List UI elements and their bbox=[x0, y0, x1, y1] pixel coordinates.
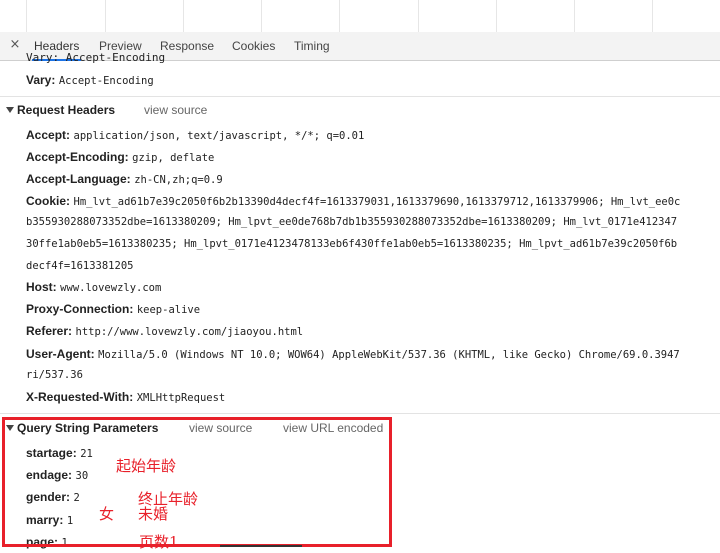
header-key: Host: bbox=[26, 280, 57, 294]
grid-column bbox=[418, 0, 419, 32]
header-value: application/json, text/javascript, */*; … bbox=[73, 130, 365, 142]
header-value: keep-alive bbox=[136, 304, 201, 316]
header-key: User-Agent: bbox=[26, 347, 95, 361]
clipped-header-text: Vary: Accept-Encoding bbox=[26, 52, 166, 64]
cookie-wrap-line: 30ffe1ab0eb5=1613380235; Hm_lpvt_0171e41… bbox=[26, 238, 678, 250]
header-row: Referer: http://www.lovewzly.com/jiaoyou… bbox=[26, 324, 303, 338]
header-row: Cookie: Hm_lvt_ad61b7e39c2050f6b2b13390d… bbox=[26, 194, 680, 208]
header-value: XMLHttpRequest bbox=[136, 392, 226, 404]
header-row: Host: www.lovewzly.com bbox=[26, 280, 161, 294]
annotation-page-num: 页数1 bbox=[139, 533, 179, 551]
section-divider bbox=[0, 413, 720, 414]
header-row: Accept: application/json, text/javascrip… bbox=[26, 128, 364, 142]
annotation-start-age: 起始年龄 bbox=[116, 457, 177, 475]
header-key: Accept: bbox=[26, 128, 71, 142]
header-key: Proxy-Connection: bbox=[26, 302, 134, 316]
header-key: Cookie: bbox=[26, 194, 71, 208]
cookie-wrap-line: decf4f=1613381205 bbox=[26, 260, 134, 272]
section-divider bbox=[0, 96, 720, 97]
clipped-header-row: Vary: Accept-Encoding bbox=[26, 52, 326, 64]
request-view-source-link[interactable]: view source bbox=[144, 103, 207, 117]
header-value: gzip, deflate bbox=[132, 152, 215, 164]
header-value: Accept-Encoding bbox=[58, 75, 154, 87]
header-value: Hm_lvt_ad61b7e39c2050f6b2b13390d4decf4f=… bbox=[73, 196, 681, 208]
grid-column bbox=[339, 0, 340, 32]
header-key: Referer: bbox=[26, 324, 73, 338]
header-row: User-Agent: Mozilla/5.0 (Windows NT 10.0… bbox=[26, 347, 680, 361]
request-headers-toggle[interactable]: Request Headers bbox=[6, 103, 115, 117]
header-key: Accept-Language: bbox=[26, 172, 131, 186]
grid-column bbox=[261, 0, 262, 32]
response-header-row: Vary: Accept-Encoding bbox=[26, 73, 154, 87]
header-row: Accept-Language: zh-CN,zh;q=0.9 bbox=[26, 172, 223, 186]
header-value: Mozilla/5.0 (Windows NT 10.0; WOW64) App… bbox=[98, 349, 680, 361]
header-row: X-Requested-With: XMLHttpRequest bbox=[26, 390, 225, 404]
grid-column bbox=[496, 0, 497, 32]
header-row: Proxy-Connection: keep-alive bbox=[26, 302, 200, 316]
header-value: www.lovewzly.com bbox=[60, 282, 162, 294]
header-row: Accept-Encoding: gzip, deflate bbox=[26, 150, 214, 164]
annotation-unmarried: 未婚 bbox=[138, 505, 169, 523]
header-key: X-Requested-With: bbox=[26, 390, 134, 404]
user-agent-wrap-line: ri/537.36 bbox=[26, 369, 83, 381]
header-value: http://www.lovewzly.com/jiaoyou.html bbox=[75, 326, 304, 338]
grid-column bbox=[183, 0, 184, 32]
grid-column bbox=[574, 0, 575, 32]
annotation-underline bbox=[220, 545, 302, 547]
cookie-wrap-line: b355930288073352dbe=1613380209; Hm_lpvt_… bbox=[26, 216, 678, 228]
grid-column bbox=[652, 0, 653, 32]
request-headers-title: Request Headers bbox=[17, 103, 116, 117]
request-list-grid bbox=[0, 0, 720, 33]
header-key: Vary: bbox=[26, 73, 56, 87]
triangle-down-icon bbox=[6, 107, 14, 113]
header-value: zh-CN,zh;q=0.9 bbox=[134, 174, 223, 186]
annotation-female: 女 bbox=[99, 505, 115, 523]
annotation-highlight-box bbox=[2, 417, 392, 547]
close-icon[interactable]: × bbox=[8, 38, 22, 52]
header-key: Accept-Encoding: bbox=[26, 150, 129, 164]
grid-column bbox=[105, 0, 106, 32]
grid-column bbox=[26, 0, 27, 32]
